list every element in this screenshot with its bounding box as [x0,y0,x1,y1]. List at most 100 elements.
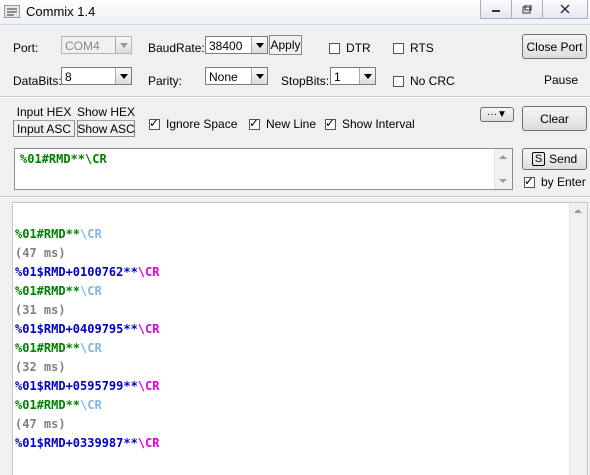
send-input[interactable]: %01#RMD**\CR [14,148,513,190]
log-line: (47 ms) [15,246,66,260]
rts-checkbox[interactable]: RTS [393,41,434,55]
checkbox-box: ✓ [149,115,160,130]
send-input-text: %01#RMD**\CR [20,152,107,166]
ignore-space-checkbox[interactable]: ✓ Ignore Space [149,115,237,131]
clear-button[interactable]: Clear [522,106,587,131]
app-icon [4,5,20,18]
log-line: %01$RMD+0100762**\CR [15,265,160,279]
log-segment: (47 ms) [15,246,66,260]
log-scrollbar[interactable] [569,203,587,475]
input-scrollbar[interactable] [494,149,512,189]
by-enter-label: by Enter [541,175,586,189]
port-label: Port: [13,41,39,55]
close-button[interactable] [542,0,588,19]
log-line: %01#RMD**\CR [15,227,102,241]
divider [0,196,590,198]
divider [0,96,590,98]
checkmark-icon: ✓ [249,115,260,130]
more-options-button[interactable]: ···▼ [480,107,514,122]
by-enter-checkbox[interactable]: ✓ by Enter [524,173,586,189]
log-segment: \CR [80,341,102,355]
log-segment: (31 ms) [15,303,66,317]
send-label: Send [549,152,578,166]
scroll-up-icon [499,155,507,159]
maximize-button[interactable] [511,0,543,19]
restore-icon [522,4,532,13]
databits-label: DataBits: [13,74,62,88]
log-segment: %01#RMD** [15,284,81,298]
baudrate-select[interactable]: 38400 [205,36,268,54]
stopbits-value: 1 [334,70,341,84]
log-segment: \CR [80,398,102,412]
parity-select[interactable]: None [205,67,268,85]
stopbits-select[interactable]: 1 [330,67,376,85]
port-select[interactable]: COM4 [61,36,132,54]
log-segment: %01$RMD+0339987** [15,436,138,450]
checkbox-box: ✓ [325,115,336,130]
log-line: %01#RMD**\CR [15,341,102,355]
checkmark-icon: ✓ [524,173,535,188]
port-value: COM4 [65,39,100,53]
close-icon [560,4,570,14]
new-line-checkbox[interactable]: ✓ New Line [249,115,317,131]
log-segment: %01#RMD** [15,341,81,355]
minimize-button[interactable] [480,0,512,19]
log-segment: %01$RMD+0595799** [15,379,138,393]
log-line: %01$RMD+0409795**\CR [15,322,160,336]
log-segment: \CR [137,436,160,450]
log-line: (31 ms) [15,303,66,317]
window-title: Commix 1.4 [26,4,96,19]
no-crc-label: No CRC [410,74,455,88]
dtr-checkbox[interactable]: DTR [329,41,371,55]
log-segment: \CR [137,265,160,279]
parity-label: Parity: [148,74,183,88]
log-segment: %01#RMD** [15,227,81,241]
databits-select[interactable]: 8 [61,67,132,85]
log-line: %01#RMD**\CR [15,284,102,298]
log-segment: %01$RMD+0100762** [15,265,138,279]
scroll-up-icon [574,209,582,213]
checkbox-box [329,42,340,54]
log-line: %01#RMD**\CR [15,398,102,412]
stopbits-label: StopBits: [281,74,330,88]
show-interval-checkbox[interactable]: ✓ Show Interval [325,115,415,131]
show-hex-button[interactable]: Show HEX [77,103,135,120]
log-segment: %01$RMD+0409795** [15,322,138,336]
chevron-down-icon [251,68,267,84]
send-shortcut-key: S [534,153,543,165]
close-port-button[interactable]: Close Port [522,34,587,59]
log-segment: %01#RMD** [15,398,81,412]
send-shortcut: S [531,152,546,166]
input-hex-button[interactable]: Input HEX [13,103,75,120]
log-segment: (47 ms) [15,417,66,431]
window-controls [480,0,588,20]
send-button[interactable]: S Send [522,148,587,170]
checkbox-box [393,42,404,54]
no-crc-checkbox[interactable]: No CRC [393,74,455,88]
log-segment: \CR [80,227,102,241]
databits-value: 8 [65,70,72,84]
log-line: %01$RMD+0595799**\CR [15,379,160,393]
baudrate-value: 38400 [209,39,243,53]
log-segment: \CR [137,322,160,336]
checkmark-icon: ✓ [325,115,336,130]
parity-value: None [209,70,238,84]
new-line-label: New Line [266,117,317,131]
output-log[interactable]: %01#RMD**\CR (47 ms) %01$RMD+0100762**\CR%… [12,202,588,475]
chevron-down-icon [359,68,375,84]
input-asc-button[interactable]: Input ASC [13,120,75,137]
scroll-down-icon [499,179,507,183]
checkmark-icon: ✓ [149,115,160,130]
baudrate-label: BaudRate: [148,41,205,55]
apply-button[interactable]: Apply [269,35,302,55]
log-line: (47 ms) [15,417,66,431]
commix-window: Commix 1.4 Port: COM4 BaudRate: 38400 Ap… [0,0,590,475]
checkbox-box: ✓ [249,115,260,130]
log-segment: \CR [80,284,102,298]
log-segment: \CR [137,379,160,393]
checkbox-box: ✓ [524,173,535,188]
show-asc-button[interactable]: Show ASC [77,120,135,137]
log-line: (32 ms) [15,360,66,374]
chevron-down-icon [115,68,131,84]
log-line: %01$RMD+0339987**\CR [15,436,160,450]
